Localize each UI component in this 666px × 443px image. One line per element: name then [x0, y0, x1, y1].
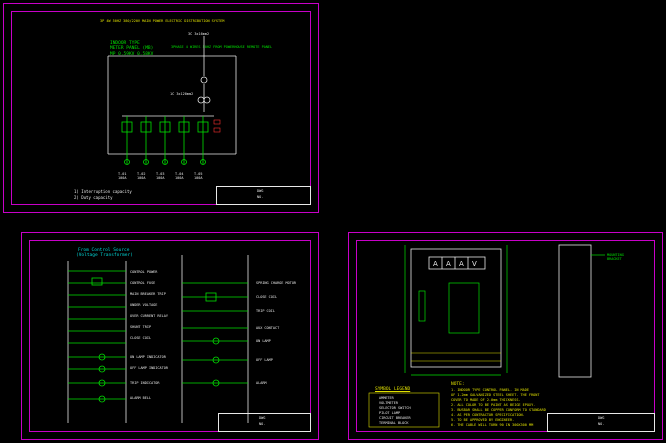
sheet1-title-block: DWG NO.	[216, 186, 311, 205]
sheet2-tb-no: NO.	[259, 422, 266, 426]
sheet3-tb-dwg: DWG	[598, 416, 605, 420]
sheet1-tb-dwg: DWG	[257, 189, 264, 193]
control-schematic-drawing	[67, 255, 249, 423]
sheet-single-line-diagram: 3P 4W 50HZ 380/220V MAIN POWER ELECTRIC …	[3, 3, 319, 213]
sheet2-tb-dwg: DWG	[259, 416, 266, 420]
single-line-diagram-drawing	[107, 36, 237, 165]
panel-layout-drawing	[368, 244, 605, 428]
sheet1-tb-no: NO.	[257, 195, 264, 199]
sheet-panel-layout: A A A V MOUNTING BRACKET SYMBOL LEGEND A…	[348, 232, 663, 440]
sheet-control-schematic: From Control Source (Voltage Transformer…	[21, 232, 319, 440]
sheet2-title-block: DWG NO.	[218, 413, 311, 432]
sheet3-title-block: DWG NO.	[547, 413, 655, 432]
sheet3-tb-no: NO.	[598, 422, 605, 426]
